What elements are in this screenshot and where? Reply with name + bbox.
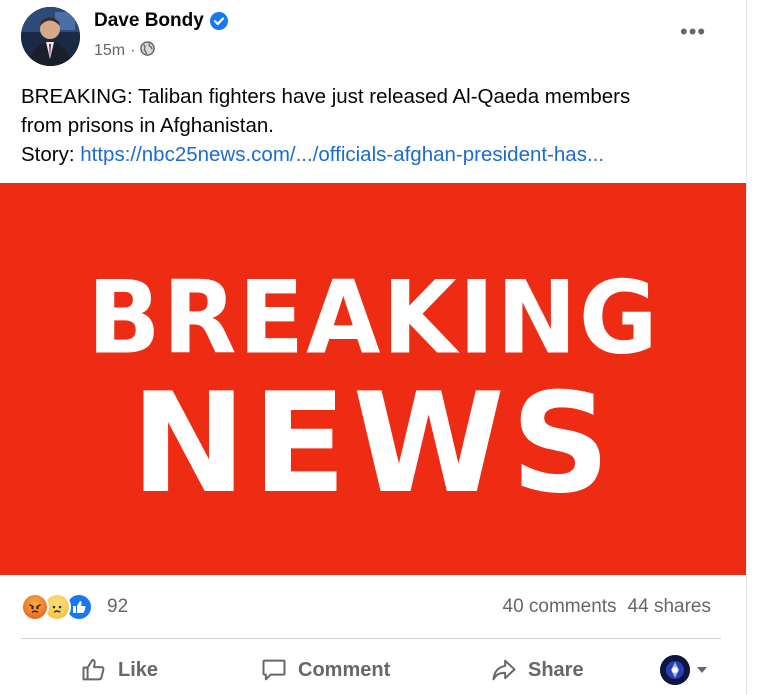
reactions-summary[interactable]: 92 — [21, 593, 128, 621]
post-text-line: from prisons in Afghanistan. — [21, 114, 274, 137]
post-image[interactable]: BREAKING NEWS — [0, 183, 747, 575]
meta-separator: · — [130, 42, 136, 59]
post-timestamp[interactable]: 15m — [94, 42, 125, 60]
author-avatar[interactable] — [21, 7, 80, 66]
comment-button[interactable]: Comment — [260, 652, 390, 688]
shares-count[interactable]: 44 shares — [628, 596, 711, 618]
share-label: Share — [528, 658, 584, 681]
like-label: Like — [118, 658, 159, 681]
viewer-avatar — [660, 655, 690, 685]
author-name-row: Dave Bondy — [94, 10, 228, 32]
angry-icon — [21, 593, 49, 621]
chevron-down-icon — [697, 667, 707, 673]
comments-count[interactable]: 40 comments — [503, 596, 617, 618]
post-meta: 15m · — [94, 41, 156, 61]
globe-icon[interactable] — [140, 41, 156, 61]
image-text-breaking: BREAKING — [87, 259, 660, 377]
share-arrow-icon — [490, 656, 518, 684]
story-label: Story: — [21, 143, 75, 166]
like-button[interactable]: Like — [80, 652, 158, 688]
share-button[interactable]: Share — [490, 652, 584, 688]
more-options-icon[interactable]: ••• — [680, 21, 706, 43]
reaction-count[interactable]: 92 — [107, 596, 128, 618]
comment-bubble-icon — [260, 656, 288, 684]
story-line: Story: https://nbc25news.com/.../officia… — [21, 140, 721, 169]
story-link[interactable]: https://nbc25news.com/.../officials-afgh… — [80, 143, 604, 166]
image-text-news: NEWS — [130, 363, 617, 524]
post-as-selector[interactable] — [660, 655, 707, 685]
author-name[interactable]: Dave Bondy — [94, 10, 204, 32]
facebook-post: Dave Bondy 15m · ••• BREAKING: Taliban f… — [0, 0, 747, 695]
engagement-counts: 40 comments 44 shares — [503, 596, 712, 618]
feed-gutter — [746, 0, 759, 695]
thumbs-up-icon — [80, 656, 108, 684]
post-text: BREAKING: Taliban fighters have just rel… — [21, 82, 721, 169]
comment-label: Comment — [298, 658, 391, 681]
actions-divider — [21, 638, 721, 639]
post-text-line: BREAKING: Taliban fighters have just rel… — [21, 85, 631, 108]
verified-badge-icon — [209, 12, 228, 30]
